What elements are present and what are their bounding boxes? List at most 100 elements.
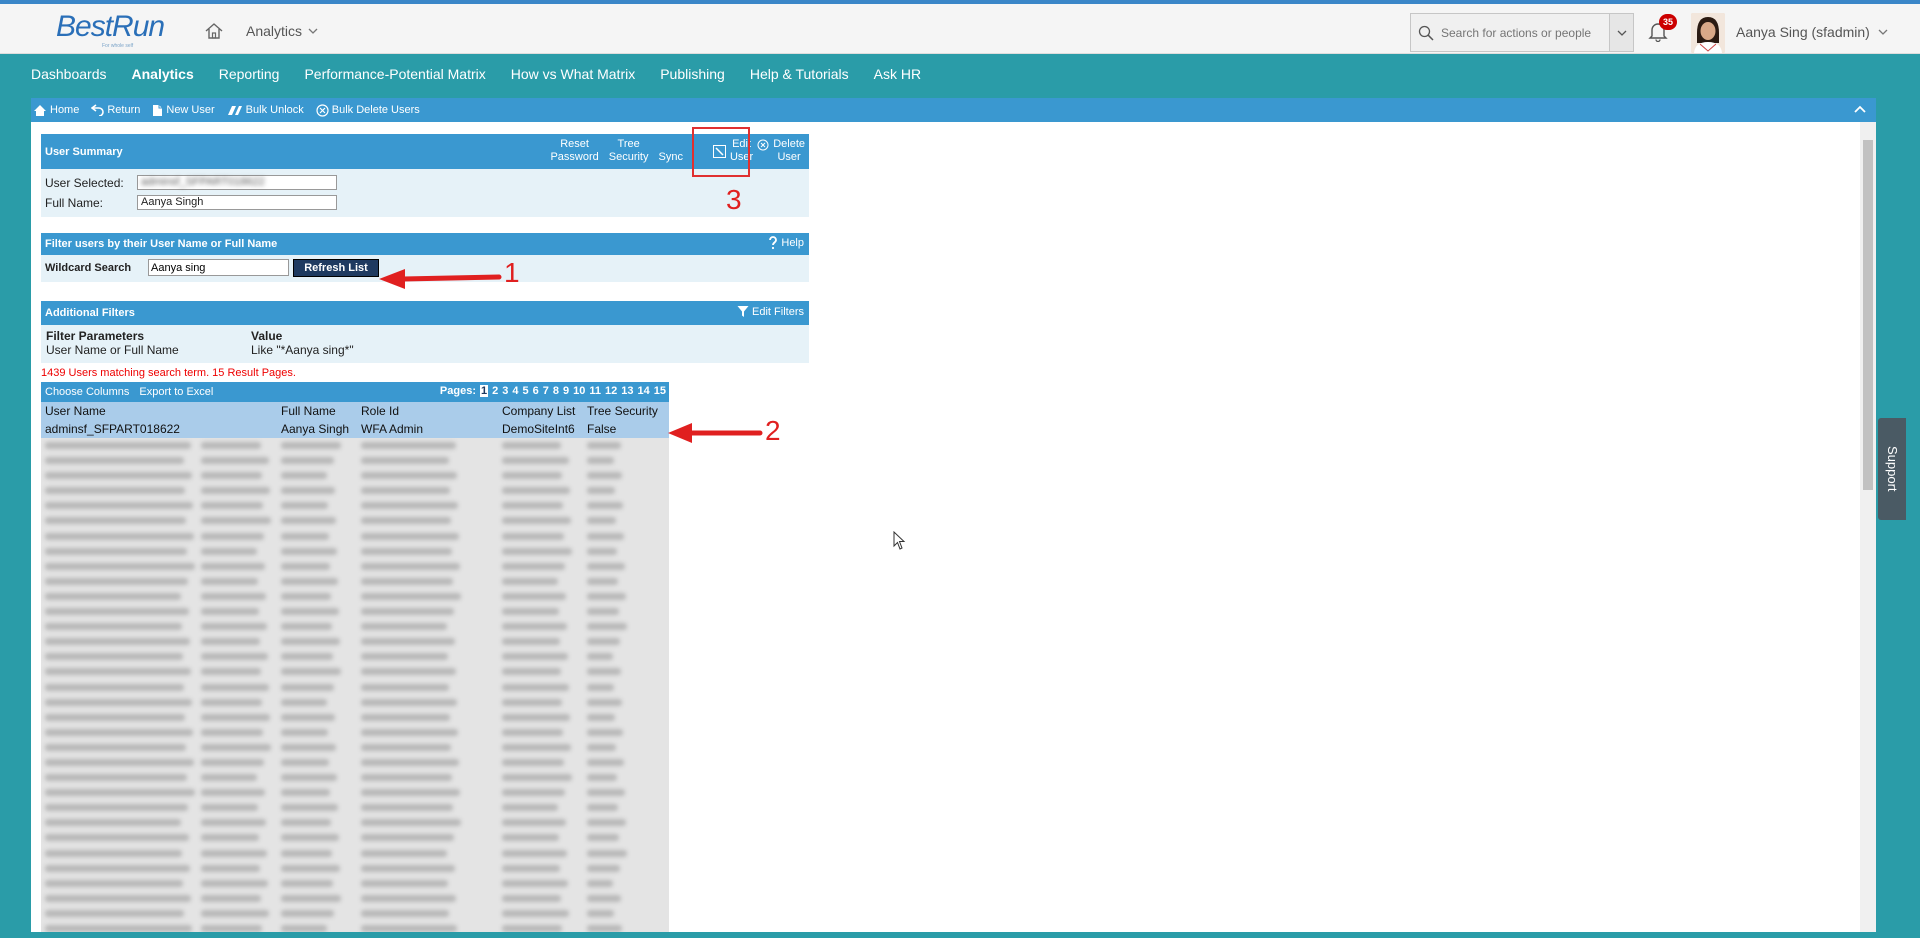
redacted-cell bbox=[281, 683, 334, 691]
table-row[interactable] bbox=[41, 438, 669, 453]
redacted-cell bbox=[281, 623, 332, 631]
nav-item-reporting[interactable]: Reporting bbox=[219, 66, 280, 82]
page-link[interactable]: 11 bbox=[589, 385, 601, 397]
nav-item-publishing[interactable]: Publishing bbox=[660, 66, 725, 82]
table-row[interactable] bbox=[41, 725, 669, 740]
table-row[interactable] bbox=[41, 876, 669, 891]
column-header[interactable]: Role Id bbox=[361, 402, 399, 420]
toolbar-bulk-unlock-button[interactable]: Bulk Unlock bbox=[227, 104, 304, 116]
table-row[interactable] bbox=[41, 483, 669, 498]
table-row[interactable] bbox=[41, 695, 669, 710]
table-row[interactable] bbox=[41, 861, 669, 876]
table-row[interactable] bbox=[41, 815, 669, 830]
search-icon[interactable] bbox=[1411, 14, 1441, 51]
column-header[interactable]: Full Name bbox=[281, 402, 336, 420]
table-row[interactable] bbox=[41, 755, 669, 770]
nav-item-analytics[interactable]: Analytics bbox=[132, 66, 194, 82]
page-link[interactable]: 5 bbox=[522, 385, 528, 397]
table-row[interactable] bbox=[41, 619, 669, 634]
table-row[interactable] bbox=[41, 800, 669, 815]
sync-button[interactable]: Sync bbox=[659, 135, 683, 164]
page-link[interactable]: 9 bbox=[563, 385, 569, 397]
column-header[interactable]: User Name bbox=[45, 402, 106, 420]
table-row[interactable] bbox=[41, 921, 669, 932]
table-row[interactable] bbox=[41, 740, 669, 755]
table-row[interactable] bbox=[41, 529, 669, 544]
page-link[interactable]: 15 bbox=[654, 385, 666, 397]
table-row[interactable] bbox=[41, 710, 669, 725]
nav-item-performance-potential-matrix[interactable]: Performance-Potential Matrix bbox=[304, 66, 485, 82]
table-row[interactable] bbox=[41, 846, 669, 861]
home-icon[interactable] bbox=[204, 21, 224, 41]
table-row[interactable] bbox=[41, 680, 669, 695]
module-selector[interactable]: Analytics bbox=[246, 23, 318, 39]
help-button[interactable]: Help bbox=[768, 236, 804, 250]
page-link[interactable]: 14 bbox=[638, 385, 650, 397]
redacted-cell bbox=[502, 683, 569, 691]
vertical-scrollbar[interactable] bbox=[1860, 122, 1876, 932]
page-link[interactable]: 10 bbox=[573, 385, 585, 397]
table-row[interactable] bbox=[41, 906, 669, 921]
search-input[interactable] bbox=[1441, 25, 1599, 40]
delete-user-button[interactable]: Delete User bbox=[757, 135, 805, 164]
reset-password-button[interactable]: Reset Password bbox=[550, 135, 598, 164]
nav-item-dashboards[interactable]: Dashboards bbox=[31, 66, 107, 82]
table-row[interactable] bbox=[41, 513, 669, 528]
search-dropdown-button[interactable] bbox=[1609, 14, 1633, 51]
collapse-icon[interactable] bbox=[1852, 101, 1868, 117]
table-row[interactable] bbox=[41, 574, 669, 589]
page-link[interactable]: 2 bbox=[492, 385, 498, 397]
column-header[interactable]: Company List bbox=[502, 402, 575, 420]
table-row[interactable] bbox=[41, 453, 669, 468]
support-tab[interactable]: Support bbox=[1878, 418, 1906, 520]
table-row[interactable] bbox=[41, 498, 669, 513]
nav-item-help-tutorials[interactable]: Help & Tutorials bbox=[750, 66, 849, 82]
redacted-cell bbox=[281, 864, 340, 872]
edit-user-button[interactable]: Edit User bbox=[712, 135, 753, 164]
company-logo[interactable]: BestRun For whole self bbox=[56, 10, 165, 50]
table-row[interactable] bbox=[41, 664, 669, 679]
tree-security-button[interactable]: Tree Security bbox=[609, 135, 649, 164]
page-link[interactable]: 12 bbox=[605, 385, 617, 397]
full-name-field: Aanya Singh bbox=[137, 195, 337, 210]
choose-columns-link[interactable]: Choose Columns bbox=[45, 386, 129, 398]
redacted-cell bbox=[45, 517, 186, 525]
nav-item-how-vs-what-matrix[interactable]: How vs What Matrix bbox=[511, 66, 635, 82]
table-row[interactable] bbox=[41, 544, 669, 559]
page-link[interactable]: 1 bbox=[479, 385, 489, 397]
page-link[interactable]: 13 bbox=[621, 385, 633, 397]
page-link[interactable]: 4 bbox=[512, 385, 518, 397]
toolbar-bulk-delete-button[interactable]: Bulk Delete Users bbox=[316, 103, 420, 117]
column-header[interactable]: Tree Security bbox=[587, 402, 658, 420]
redacted-cell bbox=[587, 517, 616, 525]
table-row[interactable] bbox=[41, 634, 669, 649]
table-row[interactable] bbox=[41, 649, 669, 664]
wildcard-search-input[interactable] bbox=[148, 259, 289, 276]
scrollbar-thumb[interactable] bbox=[1863, 140, 1873, 490]
edit-filters-button[interactable]: Edit Filters bbox=[737, 305, 804, 318]
table-row[interactable] bbox=[41, 559, 669, 574]
table-row[interactable] bbox=[41, 589, 669, 604]
cell-full-name: Aanya Singh bbox=[281, 422, 350, 436]
table-row[interactable] bbox=[41, 785, 669, 800]
table-row[interactable]: adminsf_SFPART018622 Aanya Singh WFA Adm… bbox=[41, 420, 669, 438]
redacted-cell bbox=[587, 502, 623, 510]
page-link[interactable]: 8 bbox=[553, 385, 559, 397]
page-link[interactable]: 7 bbox=[543, 385, 549, 397]
user-menu[interactable]: Aanya Sing (sfadmin) bbox=[1736, 24, 1888, 40]
toolbar-return-button[interactable]: Return bbox=[91, 104, 140, 116]
page-link[interactable]: 6 bbox=[533, 385, 539, 397]
avatar[interactable] bbox=[1691, 13, 1725, 53]
nav-item-ask-hr[interactable]: Ask HR bbox=[874, 66, 921, 82]
toolbar-new-user-button[interactable]: New User bbox=[152, 104, 215, 117]
table-row[interactable] bbox=[41, 604, 669, 619]
table-row[interactable] bbox=[41, 770, 669, 785]
toolbar-home-button[interactable]: Home bbox=[33, 104, 79, 117]
table-row[interactable] bbox=[41, 891, 669, 906]
refresh-list-button[interactable]: Refresh List bbox=[293, 259, 379, 277]
export-excel-link[interactable]: Export to Excel bbox=[139, 386, 213, 398]
table-row[interactable] bbox=[41, 468, 669, 483]
blurred-result-rows bbox=[41, 438, 669, 932]
table-row[interactable] bbox=[41, 830, 669, 845]
page-link[interactable]: 3 bbox=[502, 385, 508, 397]
